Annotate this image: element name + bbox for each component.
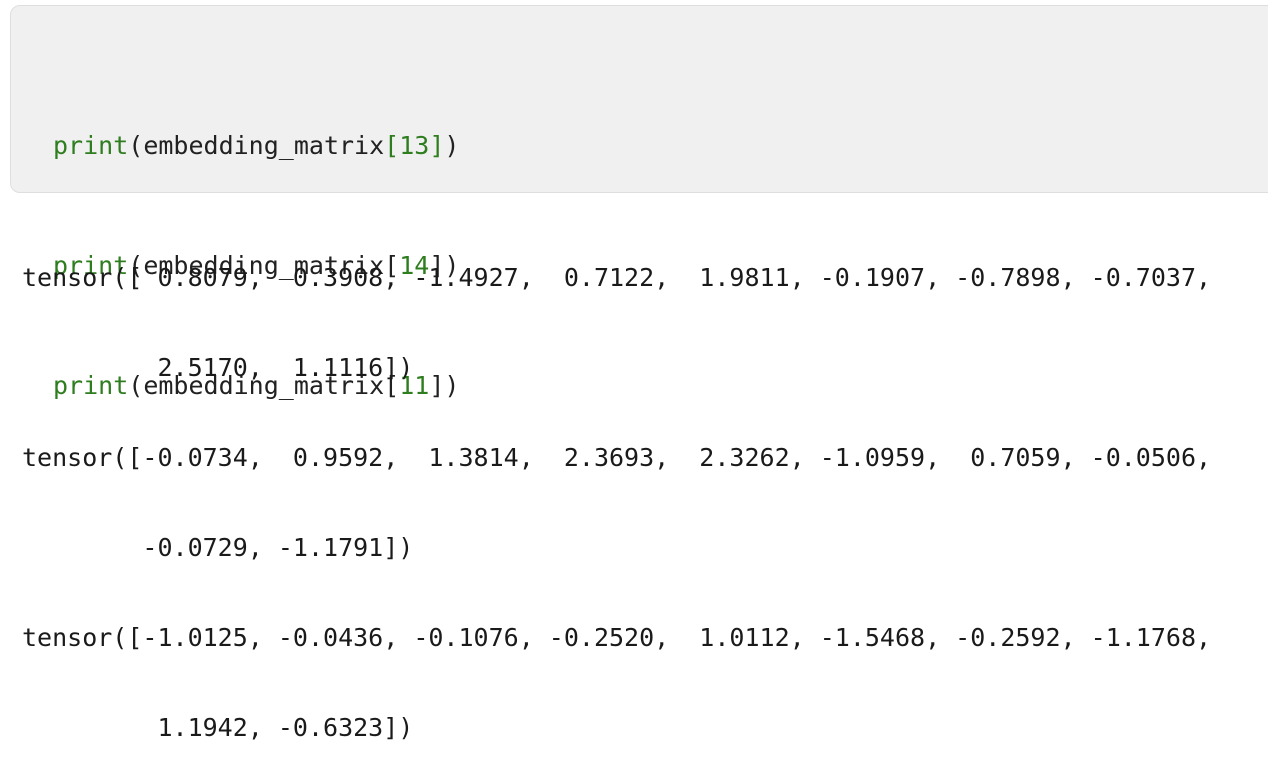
index-number: 13 — [399, 131, 430, 160]
code-cell[interactable]: print(embedding_matrix[13]) print(embedd… — [10, 5, 1268, 400]
output-line: 1.1942, -0.6323]) — [22, 713, 414, 742]
cell-output: tensor([ 0.8079, 0.3908, -1.4927, 0.7122… — [22, 203, 1211, 773]
argument: embedding_matrix — [143, 131, 385, 160]
paren: ) — [444, 131, 460, 160]
output-line: tensor([-0.0734, 0.9592, 1.3814, 2.3693,… — [22, 443, 1212, 472]
output-line: 2.5170, 1.1116]) — [22, 353, 414, 382]
code-line: print(embedding_matrix[13]) — [53, 126, 459, 166]
bracket: ] — [429, 131, 445, 160]
output-line: tensor([ 0.8079, 0.3908, -1.4927, 0.7122… — [22, 263, 1212, 292]
function-name: print — [53, 131, 129, 160]
output-line: tensor([-1.0125, -0.0436, -0.1076, -0.25… — [22, 623, 1212, 652]
bracket: [ — [384, 131, 400, 160]
paren: ( — [128, 131, 144, 160]
output-line: -0.0729, -1.1791]) — [22, 533, 414, 562]
